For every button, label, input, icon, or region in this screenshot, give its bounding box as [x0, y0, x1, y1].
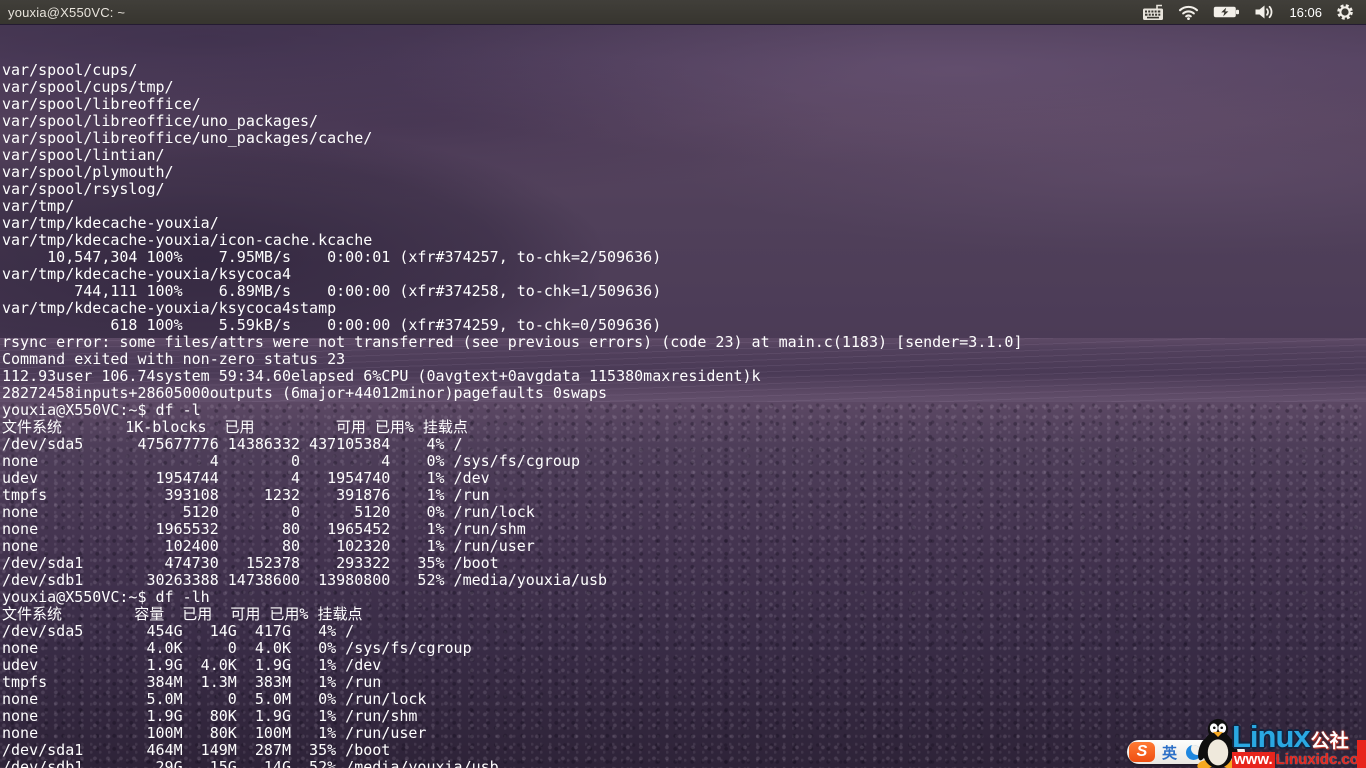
- terminal-line: 112.93user 106.74system 59:34.60elapsed …: [2, 368, 1366, 385]
- terminal-output: var/spool/cups/var/spool/cups/tmp/var/sp…: [2, 62, 1366, 768]
- terminal-line: none 5120 0 5120 0% /run/lock: [2, 504, 1366, 521]
- terminal-line: udev 1.9G 4.0K 1.9G 1% /dev: [2, 657, 1366, 674]
- terminal-line: /dev/sda5 475677776 14386332 437105384 4…: [2, 436, 1366, 453]
- terminal-line: var/tmp/kdecache-youxia/icon-cache.kcach…: [2, 232, 1366, 249]
- clock[interactable]: 16:06: [1289, 5, 1322, 20]
- logo-title-row: Linux 公社: [1232, 722, 1366, 753]
- terminal-line: var/tmp/kdecache-youxia/: [2, 215, 1366, 232]
- terminal-line: 文件系统 容量 已用 可用 已用% 挂载点: [2, 606, 1366, 623]
- logo-red-strip: [1357, 740, 1366, 768]
- terminal-line: /dev/sdb1 30263388 14738600 13980800 52%…: [2, 572, 1366, 589]
- terminal[interactable]: var/spool/cups/var/spool/cups/tmp/var/sp…: [0, 24, 1366, 768]
- terminal-line: var/spool/plymouth/: [2, 164, 1366, 181]
- indicator-area: 16:06: [1142, 0, 1366, 24]
- terminal-line: none 4.0K 0 4.0K 0% /sys/fs/cgroup: [2, 640, 1366, 657]
- terminal-line: var/spool/libreoffice/uno_packages/: [2, 113, 1366, 130]
- terminal-line: youxia@X550VC:~$ df -l: [2, 402, 1366, 419]
- terminal-line: 文件系统 1K-blocks 已用 可用 已用% 挂载点: [2, 419, 1366, 436]
- terminal-line: 618 100% 5.59kB/s 0:00:00 (xfr#374259, t…: [2, 317, 1366, 334]
- terminal-line: /dev/sda5 454G 14G 417G 4% /: [2, 623, 1366, 640]
- terminal-line: var/spool/libreoffice/: [2, 96, 1366, 113]
- terminal-line: var/tmp/kdecache-youxia/ksycoca4stamp: [2, 300, 1366, 317]
- session-menu[interactable]: [1336, 0, 1354, 24]
- terminal-line: none 4 0 4 0% /sys/fs/cgroup: [2, 453, 1366, 470]
- wifi-indicator[interactable]: [1178, 0, 1199, 24]
- terminal-line: var/spool/cups/tmp/: [2, 79, 1366, 96]
- logo-linux-text: Linux: [1232, 722, 1310, 752]
- wifi-icon: [1178, 4, 1199, 20]
- terminal-line: var/spool/rsyslog/: [2, 181, 1366, 198]
- terminal-line: var/spool/libreoffice/uno_packages/cache…: [2, 130, 1366, 147]
- logo-gongshe-text: 公社: [1311, 726, 1349, 753]
- battery-charging-icon: [1213, 5, 1240, 19]
- terminal-line: 744,111 100% 6.89MB/s 0:00:00 (xfr#37425…: [2, 283, 1366, 300]
- terminal-line: udev 1954744 4 1954740 1% /dev: [2, 470, 1366, 487]
- sogou-logo-icon[interactable]: S: [1129, 742, 1155, 762]
- terminal-line: /dev/sda1 474730 152378 293322 35% /boot: [2, 555, 1366, 572]
- logo-domain-text: Linuxidc.com: [1276, 751, 1366, 768]
- keyboard-icon: [1142, 4, 1164, 21]
- terminal-line: none 102400 80 102320 1% /run/user: [2, 538, 1366, 555]
- terminal-line: none 1.9G 80K 1.9G 1% /run/shm: [2, 708, 1366, 725]
- terminal-line: tmpfs 393108 1232 391876 1% /run: [2, 487, 1366, 504]
- linuxidc-logo: Linux 公社 www. Linuxidc.com: [1232, 722, 1366, 768]
- terminal-line: none 1965532 80 1965452 1% /run/shm: [2, 521, 1366, 538]
- logo-www-text: www.: [1232, 752, 1275, 768]
- terminal-line: var/spool/lintian/: [2, 147, 1366, 164]
- terminal-line: var/tmp/kdecache-youxia/ksycoca4: [2, 266, 1366, 283]
- keyboard-indicator[interactable]: [1142, 0, 1164, 24]
- volume-indicator[interactable]: [1254, 0, 1275, 24]
- volume-icon: [1254, 4, 1275, 20]
- terminal-line: 10,547,304 100% 7.95MB/s 0:00:01 (xfr#37…: [2, 249, 1366, 266]
- ime-mode-label[interactable]: 英: [1162, 742, 1177, 763]
- desktop: youxia@X550VC: ~: [0, 0, 1366, 768]
- terminal-line: youxia@X550VC:~$ df -lh: [2, 589, 1366, 606]
- terminal-line: var/tmp/: [2, 198, 1366, 215]
- terminal-line: var/spool/cups/: [2, 62, 1366, 79]
- window-title: youxia@X550VC: ~: [8, 5, 125, 20]
- terminal-line: Command exited with non-zero status 23: [2, 351, 1366, 368]
- terminal-line: none 5.0M 0 5.0M 0% /run/lock: [2, 691, 1366, 708]
- top-panel: youxia@X550VC: ~: [0, 0, 1366, 25]
- terminal-line: tmpfs 384M 1.3M 383M 1% /run: [2, 674, 1366, 691]
- logo-url-row: www. Linuxidc.com: [1232, 751, 1366, 768]
- terminal-line: rsync error: some files/attrs were not t…: [2, 334, 1366, 351]
- battery-charging-indicator[interactable]: [1213, 0, 1240, 24]
- terminal-line: 28272458inputs+28605000outputs (6major+4…: [2, 385, 1366, 402]
- gear-icon: [1336, 3, 1354, 21]
